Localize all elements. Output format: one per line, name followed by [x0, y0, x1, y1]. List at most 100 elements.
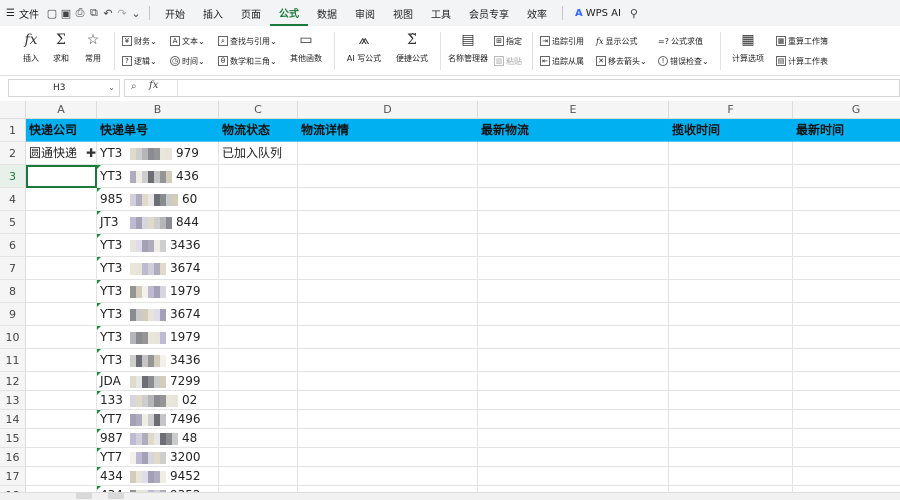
grid-cell[interactable] [478, 448, 669, 467]
grid-cell[interactable] [298, 303, 478, 326]
finance-button[interactable]: ¥ 财务 ⌄ [122, 34, 157, 48]
grid-cell[interactable] [298, 234, 478, 257]
grid-cell[interactable] [793, 410, 900, 429]
calc-options-button[interactable]: ▦ 计算选项 [728, 30, 768, 64]
trace-dependents-button[interactable]: ⇤ 追踪从属 [540, 54, 584, 68]
grid-cell[interactable] [669, 142, 793, 165]
grid-cell[interactable] [26, 303, 97, 326]
formula-input[interactable] [177, 80, 877, 96]
row-header[interactable]: 9 [0, 303, 26, 326]
quick-access-dropdown-icon[interactable]: ⌄ [129, 0, 143, 26]
grid-cell[interactable] [26, 280, 97, 303]
header-cell[interactable]: 最新物流 [478, 119, 669, 142]
grid-cell[interactable] [793, 391, 900, 410]
sheet-tab[interactable] [108, 493, 124, 499]
grid-cell[interactable] [478, 372, 669, 391]
grid-cell[interactable] [298, 467, 478, 486]
grid-cell[interactable] [669, 372, 793, 391]
grid-cell[interactable] [219, 257, 298, 280]
grid-cell[interactable] [298, 211, 478, 234]
grid-cell[interactable] [478, 349, 669, 372]
tab-view[interactable]: 视图 [384, 0, 422, 26]
row-header[interactable]: 1 [0, 119, 26, 142]
select-all-corner[interactable] [0, 101, 26, 119]
grid-cell[interactable] [478, 429, 669, 448]
row-header[interactable]: 14 [0, 410, 26, 429]
grid-cell[interactable] [298, 410, 478, 429]
paste-name-button[interactable]: ▥ 粘贴 [494, 54, 522, 68]
wps-ai-button[interactable]: A WPS AI [569, 0, 627, 26]
grid-cell[interactable] [478, 303, 669, 326]
grid-cell[interactable] [669, 326, 793, 349]
row-header[interactable]: 10 [0, 326, 26, 349]
grid-cell[interactable] [219, 326, 298, 349]
row-header[interactable]: 15 [0, 429, 26, 448]
grid-cell[interactable] [298, 142, 478, 165]
grid-cell[interactable] [219, 410, 298, 429]
redo-icon[interactable]: ↷ [115, 0, 129, 26]
grid-cell[interactable] [669, 467, 793, 486]
grid-cell[interactable] [298, 448, 478, 467]
grid-cell[interactable] [793, 303, 900, 326]
sheet-tab[interactable] [76, 493, 92, 499]
recalc-sheet-button[interactable]: ▤ 计算工作表 [776, 54, 828, 68]
row-header[interactable]: 8 [0, 280, 26, 303]
other-functions-button[interactable]: ▭ 其他函数 [286, 30, 326, 64]
grid-cell[interactable] [298, 429, 478, 448]
fx-icon[interactable]: fx [149, 80, 158, 91]
grid-cell[interactable] [298, 391, 478, 410]
grid-cell[interactable] [793, 211, 900, 234]
row-header[interactable]: 11 [0, 349, 26, 372]
grid-cell[interactable] [793, 372, 900, 391]
grid-cell[interactable] [669, 349, 793, 372]
grid-cell[interactable] [26, 410, 97, 429]
print-icon[interactable]: ⎙ [73, 0, 87, 26]
grid-cell[interactable] [26, 234, 97, 257]
tab-home[interactable]: 开始 [156, 0, 194, 26]
grid-cell[interactable] [26, 349, 97, 372]
grid-cell[interactable] [219, 280, 298, 303]
grid-cell[interactable] [669, 391, 793, 410]
grid-cell[interactable] [26, 391, 97, 410]
grid-cell[interactable] [478, 280, 669, 303]
grid-cell[interactable] [669, 448, 793, 467]
header-cell[interactable]: 快递单号 [97, 119, 219, 142]
grid-cell[interactable] [478, 467, 669, 486]
insert-function-button[interactable]: fx 插入 [16, 30, 46, 64]
time-button[interactable]: ◷ 时间 ⌄ [170, 54, 205, 68]
tab-tools[interactable]: 工具 [422, 0, 460, 26]
grid-cell[interactable] [478, 326, 669, 349]
tab-data[interactable]: 数据 [308, 0, 346, 26]
tab-insert[interactable]: 插入 [194, 0, 232, 26]
zoom-formula-icon[interactable]: ⌕ [131, 81, 137, 92]
recalc-workbook-button[interactable]: ▦ 重算工作簿 [776, 34, 828, 48]
formula-eval-button[interactable]: =? 公式求值 [658, 34, 703, 48]
specify-button[interactable]: ⊞ 指定 [494, 34, 522, 48]
common-functions-button[interactable]: ☆ 常用 [78, 30, 108, 64]
math-button[interactable]: θ 数学和三角 ⌄ [218, 54, 277, 68]
grid-cell[interactable] [478, 410, 669, 429]
grid-cell[interactable] [793, 467, 900, 486]
row-header[interactable]: 13 [0, 391, 26, 410]
text-button[interactable]: A 文本 ⌄ [170, 34, 205, 48]
grid-cell[interactable] [219, 234, 298, 257]
grid-cell[interactable] [26, 448, 97, 467]
print-preview-icon[interactable]: ⧉ [87, 0, 101, 26]
grid-cell[interactable] [793, 142, 900, 165]
grid-cell[interactable] [478, 257, 669, 280]
grid-cell[interactable] [298, 349, 478, 372]
column-header-g[interactable]: G [793, 101, 900, 119]
row-header[interactable]: 12 [0, 372, 26, 391]
header-cell[interactable]: 物流详情 [298, 119, 478, 142]
grid-cell[interactable] [298, 280, 478, 303]
row-header[interactable]: 16 [0, 448, 26, 467]
search-icon[interactable]: ⚲ [627, 0, 641, 26]
column-header-c[interactable]: C [219, 101, 298, 119]
row-header[interactable]: 17 [0, 467, 26, 486]
grid-cell[interactable] [669, 211, 793, 234]
header-cell[interactable]: 快递公司 [26, 119, 97, 142]
grid-cell[interactable] [219, 349, 298, 372]
quick-formula-button[interactable]: Σ̃ 便捷公式 [392, 30, 432, 64]
grid-cell[interactable] [669, 188, 793, 211]
row-header[interactable]: 5 [0, 211, 26, 234]
